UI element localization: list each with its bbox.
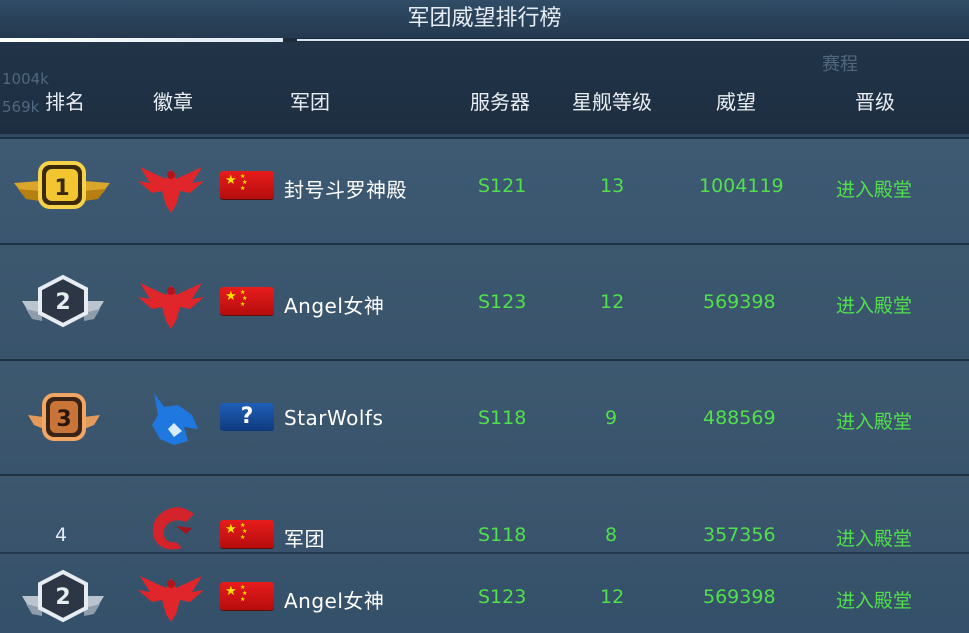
prestige-value: 1004119 xyxy=(699,175,784,197)
enter-hall-button[interactable]: 进入殿堂 xyxy=(836,407,912,434)
page-title: 军团威望排行榜 xyxy=(0,0,969,38)
prestige-value: 569398 xyxy=(703,586,776,608)
background-value-2: 569k xyxy=(2,98,40,116)
prestige-value: 357356 xyxy=(703,524,776,546)
rank-number: 4 xyxy=(55,524,68,546)
ship-level-value: 8 xyxy=(605,524,618,546)
rank-number: 1 xyxy=(54,176,69,201)
title-divider-line xyxy=(297,39,969,41)
china-flag-icon: ★ ★ ★ ★ xyxy=(220,287,274,315)
header-prestige: 威望 xyxy=(716,90,756,114)
table-row: 1 ★ ★ ★ ★ 封号斗罗神殿 S121 13 1004119 进入殿堂 xyxy=(0,137,969,253)
enter-hall-button[interactable]: 进入殿堂 xyxy=(836,586,912,613)
enter-hall-button[interactable]: 进入殿堂 xyxy=(836,291,912,318)
header-badge: 徽章 xyxy=(153,90,193,114)
server-value: S118 xyxy=(478,524,527,546)
header-promotion: 晋级 xyxy=(855,90,895,114)
rank-2-medal-icon: 2 xyxy=(22,569,104,623)
legion-name: 军团 xyxy=(284,527,325,551)
red-dragon-badge-icon xyxy=(152,507,194,550)
enter-hall-button[interactable]: 进入殿堂 xyxy=(836,524,912,551)
rank-1-medal-icon: 1 xyxy=(14,161,110,209)
blue-wolf-badge-icon xyxy=(152,393,198,445)
server-value: S123 xyxy=(478,291,527,313)
my-legion-row: 2 ★ ★ ★ ★ Angel女神 S123 12 569398 进入殿堂 xyxy=(0,552,969,633)
header-legion: 军团 xyxy=(290,90,330,114)
rank-number: 2 xyxy=(55,585,70,610)
china-flag-icon: ★ ★ ★ ★ xyxy=(220,171,274,199)
table-row: 2 ★ ★ ★ ★ Angel女神 S123 12 569398 进入殿堂 xyxy=(0,243,969,359)
red-eagle-badge-icon xyxy=(138,283,204,329)
unknown-flag-icon: ? xyxy=(220,403,274,431)
header-ship-level: 星舰等级 xyxy=(572,90,652,114)
enter-hall-button[interactable]: 进入殿堂 xyxy=(836,175,912,202)
legion-name: Angel女神 xyxy=(284,589,385,613)
red-eagle-badge-icon xyxy=(138,576,204,622)
legion-name: Angel女神 xyxy=(284,294,385,318)
china-flag-icon: ★ ★ ★ ★ xyxy=(220,520,274,548)
legion-name: 封号斗罗神殿 xyxy=(284,178,407,202)
rank-number: 3 xyxy=(56,407,71,432)
rank-3-medal-icon: 3 xyxy=(28,393,100,441)
server-value: S121 xyxy=(478,175,527,197)
red-eagle-badge-icon xyxy=(138,167,204,213)
table-row: 3 ? StarWolfs S118 9 488569 进入殿堂 xyxy=(0,359,969,475)
table-row: 4 ★ ★ ★ ★ 军团 S118 8 357356 进入殿堂 xyxy=(0,474,969,554)
ship-level-value: 13 xyxy=(600,175,625,197)
server-value: S123 xyxy=(478,586,527,608)
server-value: S118 xyxy=(478,407,527,429)
rank-2-medal-icon: 2 xyxy=(22,274,104,328)
ship-level-value: 12 xyxy=(600,586,625,608)
header-server: 服务器 xyxy=(470,90,530,114)
background-schedule-text: 赛程 xyxy=(822,54,858,75)
legion-name: StarWolfs xyxy=(284,406,384,430)
prestige-value: 569398 xyxy=(703,291,776,313)
rank-number: 2 xyxy=(55,290,70,315)
table-header: 赛程 1004k 569k 排名 徽章 军团 服务器 星舰等级 威望 晋级 xyxy=(0,42,969,134)
ship-level-value: 12 xyxy=(600,291,625,313)
ship-level-value: 9 xyxy=(605,407,618,429)
prestige-value: 488569 xyxy=(703,407,776,429)
header-rank: 排名 xyxy=(45,90,85,114)
china-flag-icon: ★ ★ ★ ★ xyxy=(220,582,274,610)
